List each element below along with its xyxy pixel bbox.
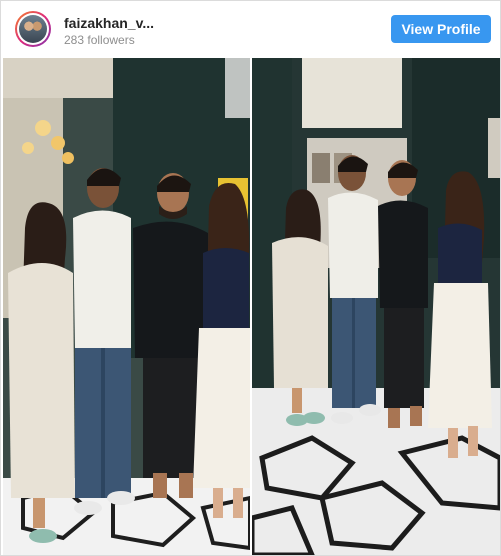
username[interactable]: faizakhan_v... <box>64 15 154 31</box>
avatar-ring <box>17 13 49 45</box>
instagram-embed-card: faizakhan_v... 283 followers View Profil… <box>0 0 501 556</box>
photo-left <box>3 58 250 555</box>
avatar-image <box>19 15 47 43</box>
follower-count: 283 followers <box>64 33 135 47</box>
post-header: faizakhan_v... 283 followers View Profil… <box>1 1 500 57</box>
photo-right <box>252 58 500 555</box>
profile-avatar[interactable] <box>15 11 51 47</box>
view-profile-button[interactable]: View Profile <box>391 15 491 43</box>
photo-left-illustration <box>3 58 250 555</box>
photo-right-illustration <box>252 58 500 555</box>
post-image[interactable] <box>3 58 500 555</box>
